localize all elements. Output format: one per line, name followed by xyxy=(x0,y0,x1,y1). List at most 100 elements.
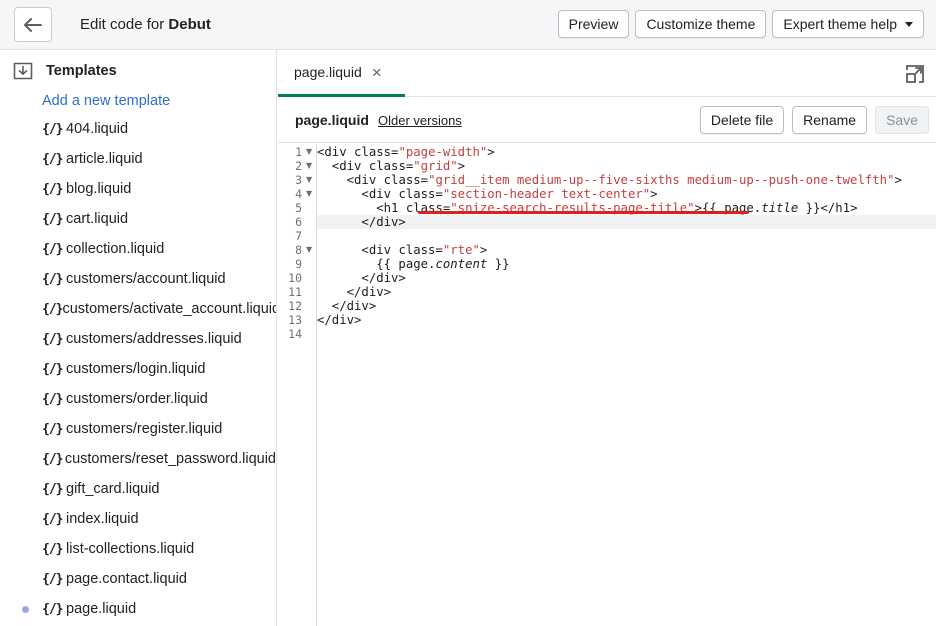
preview-button[interactable]: Preview xyxy=(557,10,630,38)
close-icon[interactable]: × xyxy=(372,64,382,81)
template-file-item[interactable]: {/} customers/activate_account.liquid xyxy=(0,294,276,324)
back-button[interactable] xyxy=(14,7,52,42)
file-name-label: index.liquid xyxy=(66,511,139,527)
line-number: 1 xyxy=(295,145,302,159)
expert-theme-help-button[interactable]: Expert theme help xyxy=(772,10,924,38)
liquid-file-icon: {/} xyxy=(42,181,63,197)
templates-title: Templates xyxy=(46,63,117,79)
active-line-highlight xyxy=(317,215,936,229)
code-line[interactable]: </div> xyxy=(317,215,405,229)
code-line[interactable]: </div> xyxy=(317,271,405,285)
theme-name: Debut xyxy=(168,16,211,33)
template-file-item[interactable]: {/} gift_card.liquid xyxy=(0,474,276,504)
template-file-item[interactable]: {/} customers/account.liquid xyxy=(0,264,276,294)
line-number: 5 xyxy=(295,201,302,215)
liquid-file-icon: {/} xyxy=(42,391,63,407)
code-token: title xyxy=(761,201,799,215)
code-editor-panel: page.liquid × page.liquid Older versions… xyxy=(278,50,936,626)
liquid-file-icon: {/} xyxy=(42,481,63,497)
tab-page-liquid[interactable]: page.liquid × xyxy=(278,50,405,97)
template-file-item[interactable]: {/} customers/register.liquid xyxy=(0,414,276,444)
template-file-item[interactable]: {/} collection.liquid xyxy=(0,234,276,264)
rename-button[interactable]: Rename xyxy=(792,106,868,134)
current-file-name: page.liquid xyxy=(295,112,369,128)
line-number: 10 xyxy=(288,271,302,285)
code-token: class= xyxy=(398,187,443,201)
expand-icon[interactable] xyxy=(904,63,926,85)
code-token: > xyxy=(894,173,902,187)
file-name-label: page.liquid xyxy=(66,601,137,617)
template-file-list: {/} 404.liquid {/} article.liquid {/} blog.li… xyxy=(0,114,276,624)
code-line[interactable]: <div class="page-width"> xyxy=(317,145,495,159)
code-line[interactable]: </div> xyxy=(317,299,376,313)
code-token: > xyxy=(457,159,466,173)
template-file-item[interactable]: {/} customers/addresses.liquid xyxy=(0,324,276,354)
file-name-label: 404.liquid xyxy=(66,121,129,137)
liquid-file-icon: {/} xyxy=(42,121,63,137)
template-file-item[interactable]: {/} page.contact.liquid xyxy=(0,564,276,594)
line-number: 7 xyxy=(295,229,302,243)
template-file-item[interactable]: {/} customers/login.liquid xyxy=(0,354,276,384)
line-number: 2 xyxy=(295,159,302,173)
file-name-label: gift_card.liquid xyxy=(66,481,160,497)
active-file-dot xyxy=(22,606,29,613)
template-file-item[interactable]: {/} customers/order.liquid xyxy=(0,384,276,414)
fold-toggle-icon[interactable]: ▼ xyxy=(306,175,312,184)
code-token: content xyxy=(435,257,488,271)
file-name-label: list-collections.liquid xyxy=(66,541,195,557)
delete-file-button[interactable]: Delete file xyxy=(699,106,785,134)
code-line[interactable]: {{ page.content }} xyxy=(317,257,509,271)
liquid-file-icon: {/} xyxy=(42,541,63,557)
fold-toggle-icon[interactable]: ▼ xyxy=(306,161,312,170)
code-line[interactable]: </div> xyxy=(317,313,361,327)
file-name-label: customers/activate_account.liquid xyxy=(62,301,277,317)
code-token: class= xyxy=(354,145,399,159)
code-line[interactable]: <div class="rte"> xyxy=(317,243,487,257)
template-file-item[interactable]: {/} page.liquid xyxy=(0,594,276,624)
code-token: </div> xyxy=(317,313,362,327)
code-token: <div xyxy=(317,159,369,173)
template-file-item[interactable]: {/} list-collections.liquid xyxy=(0,534,276,564)
line-number: 8 xyxy=(295,243,302,257)
code-line[interactable]: <div class="grid"> xyxy=(317,159,465,173)
template-file-item[interactable]: {/} 404.liquid xyxy=(0,114,276,144)
code-token: </div> xyxy=(317,285,392,299)
file-name-label: article.liquid xyxy=(66,151,143,167)
code-token: class= xyxy=(383,173,429,187)
older-versions-link[interactable]: Older versions xyxy=(378,113,462,128)
code-string-token: "section-header text-center" xyxy=(442,187,651,201)
template-file-item[interactable]: {/} article.liquid xyxy=(0,144,276,174)
tab-label: page.liquid xyxy=(294,64,362,80)
code-line[interactable]: <div class="grid__item medium-up--five-s… xyxy=(317,173,902,187)
file-toolbar: page.liquid Older versions Delete file R… xyxy=(278,97,936,143)
template-file-item[interactable]: {/} customers/reset_password.liquid xyxy=(0,444,276,474)
code-token: > xyxy=(479,243,488,257)
top-bar: Edit code for Debut Preview Customize th… xyxy=(0,0,936,50)
add-template-link[interactable]: Add a new template xyxy=(42,93,170,109)
code-line[interactable]: </div> xyxy=(317,285,391,299)
fold-toggle-icon[interactable]: ▼ xyxy=(306,189,312,198)
code-token: <h1 xyxy=(317,201,406,215)
code-token: </div> xyxy=(317,299,377,313)
fold-toggle-icon[interactable]: ▼ xyxy=(306,245,312,254)
code-area[interactable]: 1 ▼ 2 ▼ 3 ▼ 4 ▼ 5 6 7 8 ▼ 9 10 11 12 13 14 <div class="pag… xyxy=(278,144,936,626)
file-name-label: page.contact.liquid xyxy=(66,571,187,587)
fold-toggle-icon[interactable]: ▼ xyxy=(306,147,312,156)
template-file-item[interactable]: {/} index.liquid xyxy=(0,504,276,534)
template-file-item[interactable]: {/} blog.liquid xyxy=(0,174,276,204)
liquid-file-icon: {/} xyxy=(42,331,63,347)
code-string-token: "rte" xyxy=(442,243,480,257)
save-button[interactable]: Save xyxy=(875,106,929,134)
liquid-file-icon: {/} xyxy=(42,211,63,227)
templates-folder-header[interactable]: Templates xyxy=(13,62,117,80)
line-number-gutter: 1 ▼ 2 ▼ 3 ▼ 4 ▼ 5 6 7 8 ▼ 9 10 11 12 13 14 xyxy=(278,144,317,626)
file-name-label: customers/register.liquid xyxy=(66,421,223,437)
code-string-token: "grid__item medium-up--five-sixths mediu… xyxy=(428,173,895,187)
code-string-token: "grid" xyxy=(413,159,458,173)
file-name-label: customers/order.liquid xyxy=(66,391,208,407)
template-file-item[interactable]: {/} cart.liquid xyxy=(0,204,276,234)
code-token: > xyxy=(487,145,495,159)
code-line[interactable]: <div class="section-header text-center"> xyxy=(317,187,657,201)
line-number: 9 xyxy=(295,257,302,271)
customize-theme-button[interactable]: Customize theme xyxy=(635,10,767,38)
